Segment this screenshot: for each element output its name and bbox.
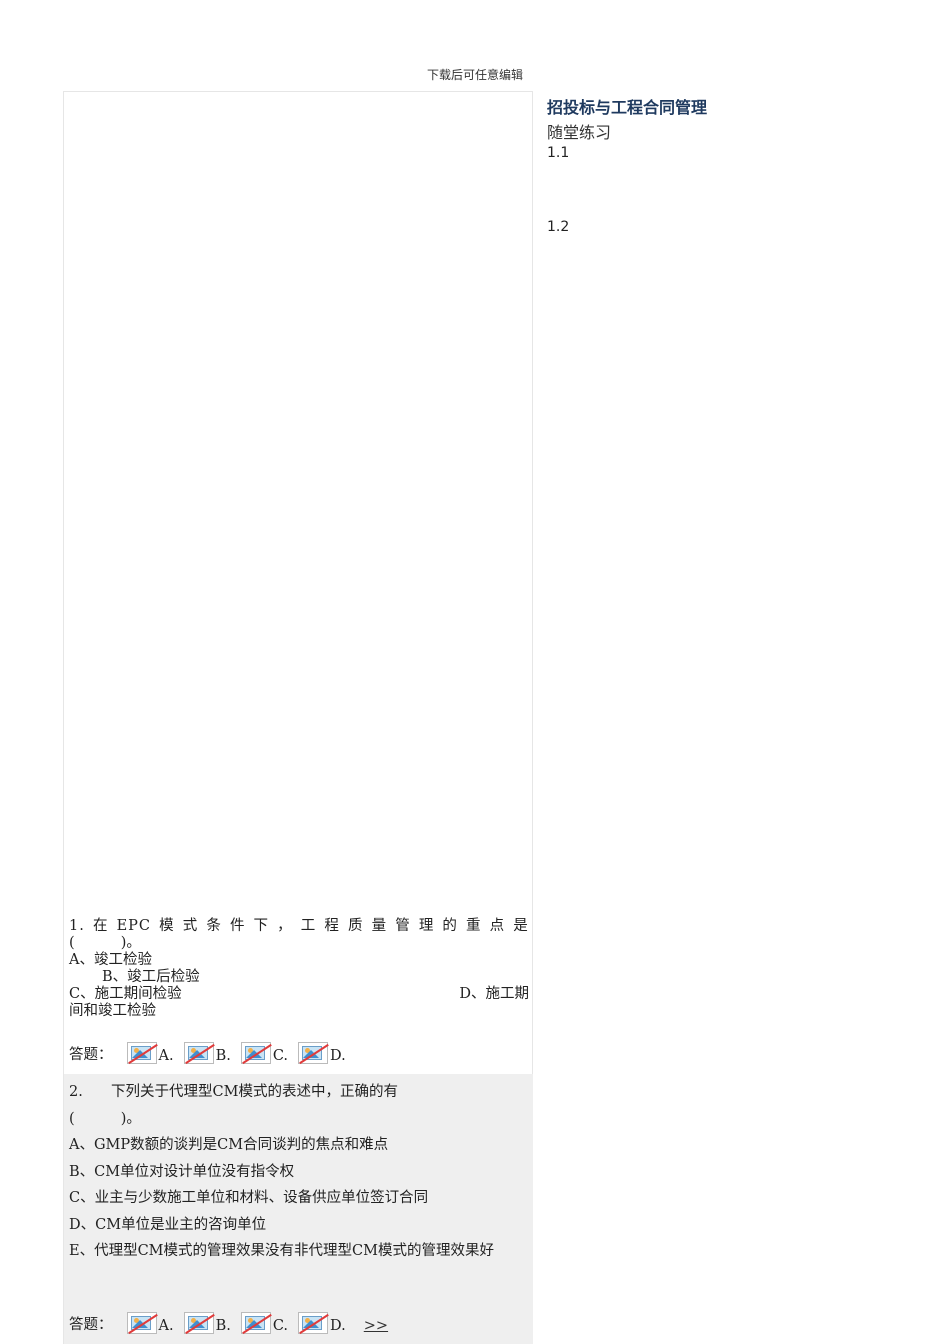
broken-image-icon[interactable] bbox=[126, 1312, 158, 1335]
broken-image-icon[interactable] bbox=[240, 1042, 272, 1065]
section-heading: 随堂练习 bbox=[547, 123, 612, 142]
question-2-text: 下列关于代理型CM模式的表述中，正确的有 bbox=[111, 1084, 398, 1100]
download-note: 下载后可任意编辑 bbox=[426, 68, 523, 82]
question-1-answer-row: 答题： A. B. C. D. bbox=[69, 1042, 356, 1065]
option-d-continued: 间和竣工检验 bbox=[69, 1003, 156, 1019]
answer-choice-c[interactable]: C. bbox=[240, 1042, 289, 1065]
stem-char: 管 bbox=[395, 918, 411, 934]
option-b: B、CM单位对设计单位没有指令权 bbox=[69, 1163, 295, 1180]
question-2-answer-row: 答题： A. B. C. D. >> bbox=[69, 1312, 388, 1335]
choice-label: D. bbox=[330, 1048, 346, 1064]
option-e: E、代理型CM模式的管理效果没有非代理型CM模式的管理效果好 bbox=[69, 1243, 494, 1259]
stem-char: 件 bbox=[229, 918, 246, 934]
broken-image-icon[interactable] bbox=[183, 1042, 215, 1065]
answer-label: 答题： bbox=[69, 1047, 113, 1063]
option-d: D、施工期 bbox=[459, 986, 529, 1002]
answer-label: 答题： bbox=[69, 1317, 113, 1333]
choice-label: C. bbox=[272, 1318, 289, 1334]
stem-char: 理 bbox=[418, 918, 435, 934]
option-a: A、竣工检验 bbox=[69, 952, 152, 968]
question-number: 2. bbox=[69, 1084, 83, 1100]
answer-choice-b[interactable]: B. bbox=[183, 1042, 231, 1065]
broken-image-icon[interactable] bbox=[126, 1042, 158, 1065]
course-title: 招投标与工程合同管理 bbox=[547, 98, 708, 117]
question-2-stem: 2. 下列关于代理型CM模式的表述中，正确的有 bbox=[69, 1079, 529, 1106]
stem-char: 下 bbox=[253, 918, 270, 934]
choice-label: C. bbox=[272, 1048, 289, 1064]
choice-label: D. bbox=[330, 1318, 346, 1334]
question-number: 1. bbox=[69, 918, 85, 934]
sidebar-item-1-1[interactable]: 1.1 bbox=[547, 145, 569, 161]
next-question-link[interactable]: >> bbox=[364, 1318, 388, 1334]
stem-char: 的 bbox=[442, 918, 458, 934]
broken-image-icon[interactable] bbox=[298, 1312, 329, 1335]
stem-char: 量 bbox=[371, 918, 388, 934]
answer-choice-b[interactable]: B. bbox=[183, 1312, 231, 1335]
stem-char: ， bbox=[277, 918, 293, 934]
question-2: 2. 下列关于代理型CM模式的表述中，正确的有 ( )。 A、GMP数额的谈判是C… bbox=[64, 1074, 533, 1344]
question-1-blank: ( )。 bbox=[69, 935, 141, 951]
sidebar-item-1-2[interactable]: 1.2 bbox=[547, 219, 569, 235]
option-c: C、施工期间检验 bbox=[69, 986, 182, 1002]
option-a: A、GMP数额的谈判是CM合同谈判的焦点和难点 bbox=[69, 1137, 389, 1153]
option-b: B、竣工后检验 bbox=[102, 969, 200, 985]
choice-label: B. bbox=[215, 1318, 231, 1334]
stem-char: EPC bbox=[116, 918, 151, 934]
answer-choice-a[interactable]: A. bbox=[126, 1312, 174, 1335]
stem-char: 工 bbox=[300, 918, 317, 934]
broken-image-icon[interactable] bbox=[240, 1312, 272, 1335]
stem-char: 点 bbox=[489, 918, 506, 934]
question-2-blank: ( )。 bbox=[69, 1110, 141, 1127]
broken-image-icon[interactable] bbox=[298, 1042, 329, 1065]
question-1: 1. 在 EPC 模 式 条 件 下 ， 工 程 质 量 管 理 的 重 点 是… bbox=[69, 918, 529, 1020]
stem-char: 模 bbox=[159, 918, 175, 934]
answer-choice-a[interactable]: A. bbox=[126, 1042, 174, 1065]
stem-char: 重 bbox=[466, 918, 482, 934]
stem-char: 是 bbox=[513, 918, 529, 934]
stem-char: 质 bbox=[347, 918, 364, 934]
choice-label: A. bbox=[158, 1048, 174, 1064]
question-1-stem: 1. 在 EPC 模 式 条 件 下 ， 工 程 质 量 管 理 的 重 点 是 bbox=[69, 918, 529, 935]
stem-char: 在 bbox=[92, 918, 109, 934]
option-c: C、业主与少数施工单位和材料、设备供应单位签订合同 bbox=[69, 1190, 429, 1206]
option-d: D、CM单位是业主的咨询单位 bbox=[69, 1216, 267, 1233]
stem-char: 条 bbox=[206, 918, 222, 934]
stem-char: 式 bbox=[182, 918, 199, 934]
answer-choice-d[interactable]: D. bbox=[298, 1312, 346, 1335]
broken-image-icon[interactable] bbox=[183, 1312, 215, 1335]
choice-label: B. bbox=[215, 1048, 231, 1064]
answer-choice-d[interactable]: D. bbox=[298, 1042, 346, 1065]
answer-choice-c[interactable]: C. bbox=[240, 1312, 289, 1335]
choice-label: A. bbox=[158, 1318, 174, 1334]
stem-char: 程 bbox=[324, 918, 340, 934]
